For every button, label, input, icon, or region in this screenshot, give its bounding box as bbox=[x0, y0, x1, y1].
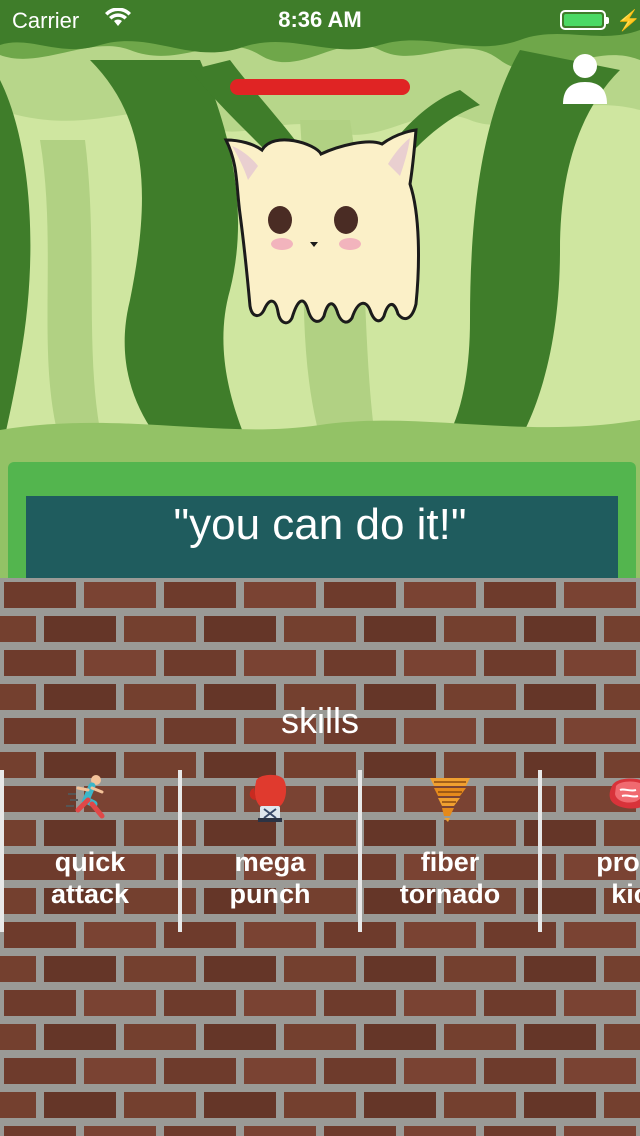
status-time: 8:36 AM bbox=[278, 7, 362, 32]
skill-quick-attack[interactable]: quick attack bbox=[0, 770, 180, 934]
ghost-cat-monster[interactable] bbox=[218, 124, 424, 328]
enemy-health-bar bbox=[230, 79, 410, 95]
skill-label: quick attack bbox=[50, 847, 130, 909]
profile-icon[interactable] bbox=[560, 52, 610, 108]
status-bar: Carrier 8:36 AM ⚡ bbox=[0, 0, 640, 40]
skill-label: fiber tornado bbox=[399, 847, 501, 909]
running-person-icon bbox=[66, 775, 105, 819]
battle-scene: Carrier 8:36 AM ⚡ "you can do it!" bbox=[0, 0, 640, 578]
skill-fiber-tornado[interactable]: fiber tornado bbox=[360, 770, 540, 934]
skill-label: prote kic bbox=[596, 847, 640, 909]
boxing-glove-icon bbox=[249, 774, 287, 822]
tornado-icon bbox=[430, 778, 470, 822]
skill-mega-punch[interactable]: mega punch bbox=[180, 770, 360, 934]
charging-bolt-icon: ⚡ bbox=[616, 10, 640, 32]
encouragement-quote: "you can do it!" bbox=[173, 500, 467, 549]
skill-protein-kick[interactable]: prote kic bbox=[540, 770, 640, 934]
skills-carousel[interactable]: quick attack mega punch fiber tornado pr… bbox=[0, 770, 640, 934]
skills-heading: skills bbox=[281, 700, 359, 741]
skill-label: mega punch bbox=[229, 847, 311, 909]
battery-icon bbox=[560, 10, 609, 30]
meat-steak-icon bbox=[609, 778, 640, 809]
